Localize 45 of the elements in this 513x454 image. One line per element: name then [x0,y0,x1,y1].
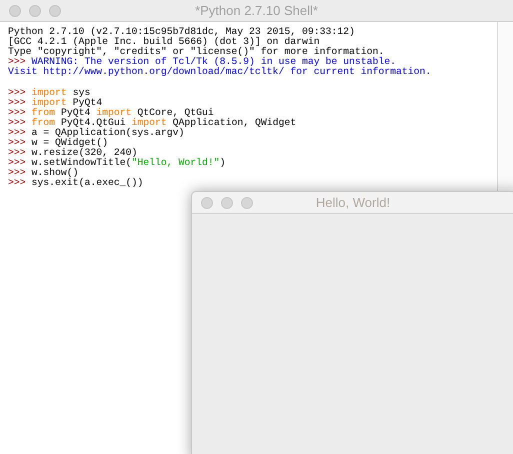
code-text: w = QWidget() [32,137,108,148]
code-text: PyQt4 [72,97,102,108]
prompt: >>> [8,127,27,138]
code-text: ) [220,157,226,168]
code-text: PyQt4.QtGui [60,117,126,128]
window-title: Hello, World! [316,194,390,212]
code-text: w.resize(320, 240) [32,147,138,158]
code-text: a = QApplication(sys.argv) [32,127,184,138]
zoom-button[interactable] [241,196,253,208]
code-text: import [132,117,167,128]
code-text: QtCore, QtGui [137,107,214,118]
code-text: sys [72,87,90,98]
prompt: >>> [8,117,27,128]
minimize-button[interactable] [29,4,41,16]
code-text: from [32,107,56,118]
code-text: import [32,97,67,108]
prompt: >>> [8,157,27,168]
code-text: import [96,107,132,118]
prompt: >>> [8,167,27,178]
code-text: Visit http://www.python.org/download/mac/tcltk/ for current information. [8,66,432,77]
prompt: >>> [8,87,27,98]
prompt: >>> [8,177,27,188]
prompt: >>> [8,56,26,67]
code-text: PyQt4 [60,107,90,118]
close-button[interactable] [201,196,213,208]
scrollbar[interactable] [498,22,513,188]
code-text: QApplication, QWidget [172,117,296,128]
code-text: Type "copyright", "credits" or "license()" for more information. [8,46,384,57]
minimize-button[interactable] [221,196,233,208]
code-text: [GCC 4.2.1 (Apple Inc. build 5666) (dot 3)] on darwin [8,36,320,47]
prompt: >>> [8,137,27,148]
prompt: >>> [8,147,27,158]
code-text: from [32,117,56,128]
prompt: >>> [8,97,27,108]
code-text: "Hello, World!" [131,157,220,168]
code-text: sys.exit(a.exec_()) [32,177,144,188]
window-title: *Python 2.7.10 Shell* [195,2,318,20]
zoom-button[interactable] [49,4,61,16]
code-text: w.setWindowTitle( [32,157,132,168]
prompt: >>> [8,107,27,118]
code-text: WARNING: The version of Tcl/Tk (8.5.9) in use may be unstable. [32,56,396,67]
code-text: Python 2.7.10 (v2.7.10:15c95b7d81dc, May 23 2015, 09:33:12) [8,26,355,37]
close-button[interactable] [9,4,21,16]
code-text: import [32,87,67,98]
code-text: w.show() [32,167,79,178]
